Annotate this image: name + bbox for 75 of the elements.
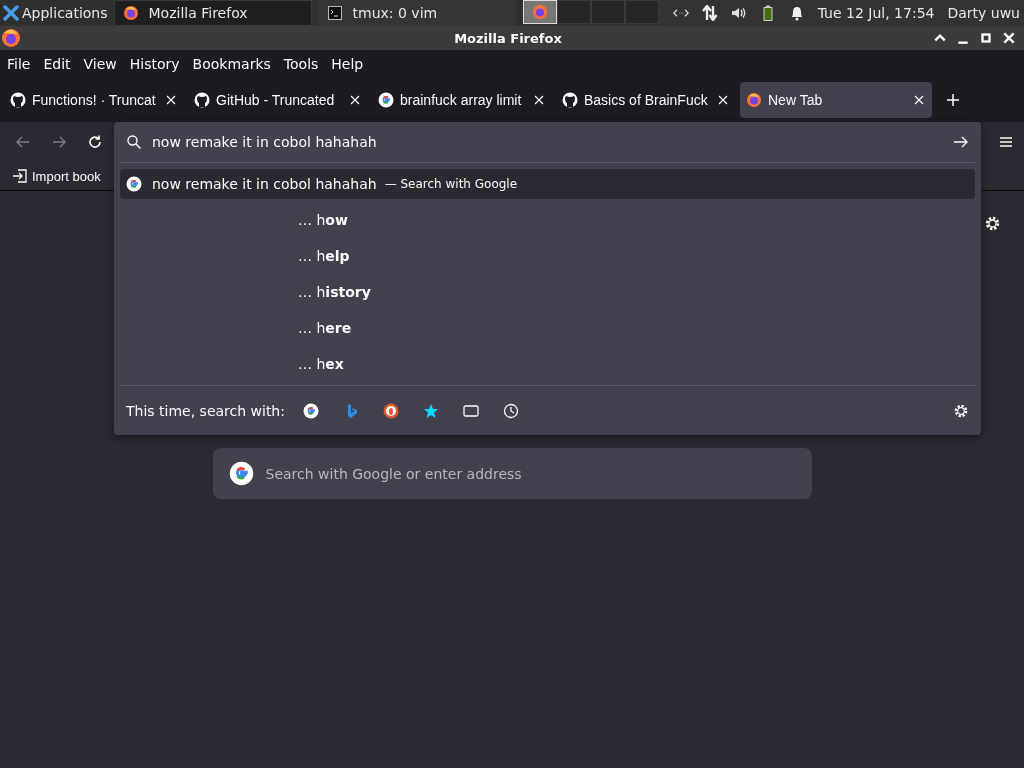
suggestion-text: … help (298, 248, 350, 264)
search-with-label: This time, search with: (126, 402, 285, 419)
menu-item[interactable]: Help (331, 56, 364, 72)
close-icon[interactable] (350, 95, 360, 105)
google-icon (126, 176, 142, 192)
suggestion-action: — Search with Google (384, 177, 518, 191)
settings-icon[interactable] (984, 215, 1001, 232)
user-name[interactable]: Darty uwu (947, 5, 1020, 21)
volume-icon[interactable] (730, 5, 747, 21)
browser-tab[interactable]: Functions! · Truncat (4, 82, 184, 118)
google-icon (228, 461, 254, 486)
maximize-icon[interactable] (979, 31, 993, 45)
firefox-icon (531, 4, 548, 20)
firefox-icon (122, 5, 139, 21)
firefox-icon (1, 28, 21, 48)
menu-item[interactable]: Tools (283, 56, 319, 72)
suggestion-text: … hex (298, 356, 344, 372)
browser-tab[interactable]: New Tab (740, 82, 932, 118)
tab-icon[interactable] (462, 402, 479, 419)
close-icon[interactable] (166, 95, 176, 105)
tab-title: Basics of BrainFuck (584, 92, 709, 108)
window-title: Mozilla Firefox (454, 30, 562, 46)
google-icon (378, 92, 394, 108)
suggestion-row[interactable]: … here (120, 313, 975, 343)
close-icon[interactable] (534, 95, 544, 105)
browser-tab[interactable]: Basics of BrainFuck (556, 82, 736, 118)
terminal-icon (326, 5, 343, 21)
menu-item[interactable]: View (83, 56, 117, 72)
menu-item[interactable]: History (129, 56, 180, 72)
duck-logo-icon[interactable] (382, 402, 399, 419)
go-arrow-icon[interactable] (953, 134, 969, 150)
menu-item[interactable]: Bookmarks (192, 56, 271, 72)
close-icon[interactable] (1002, 31, 1016, 45)
tab-title: brainfuck array limit (400, 92, 523, 108)
suggestion-row[interactable]: now remake it in cobol hahahah — Search with Google (120, 169, 975, 199)
firefox-icon (746, 92, 762, 108)
suggestion-row[interactable]: … how (120, 205, 975, 235)
tab-title: Functions! · Truncat (32, 92, 157, 108)
browser-tab[interactable]: brainfuck array limit (372, 82, 552, 118)
close-icon[interactable] (914, 95, 924, 105)
github-icon (562, 92, 578, 108)
browser-tab[interactable]: GitHub - Truncated (188, 82, 368, 118)
github-icon (10, 92, 26, 108)
clock-icon[interactable] (502, 402, 519, 419)
suggestion-row[interactable]: … history (120, 277, 975, 307)
menu-item[interactable]: Edit (43, 56, 71, 72)
clock[interactable]: Tue 12 Jul, 17:54 (817, 5, 935, 21)
transfer-arrows-icon[interactable] (701, 5, 718, 21)
suggestion-text: … how (298, 212, 348, 228)
workspace-cell[interactable] (556, 0, 591, 24)
menu-icon[interactable] (998, 134, 1014, 150)
star-icon[interactable] (422, 402, 439, 419)
address-field[interactable]: now remake it in cobol hahahah (152, 134, 943, 150)
suggestion-text: now remake it in cobol hahahah (152, 176, 377, 192)
suggestion-text: … history (298, 284, 371, 300)
suggestion-row[interactable]: … hex (120, 349, 975, 379)
bookmark-item[interactable]: Import book (12, 168, 101, 184)
taskbar-window-button[interactable]: tmux: 0 vim (317, 0, 516, 26)
github-icon (194, 92, 210, 108)
settings-icon[interactable] (953, 402, 969, 419)
search-icon (126, 134, 142, 150)
tab-title: GitHub - Truncated (216, 92, 336, 108)
tab-title: New Tab (768, 92, 824, 108)
suggestion-row[interactable]: … help (120, 241, 975, 271)
google-icon[interactable] (302, 402, 319, 419)
menu-item[interactable]: File (7, 56, 31, 72)
import-icon (12, 168, 28, 184)
suggestion-text: … here (298, 320, 352, 336)
reload-icon[interactable] (87, 134, 103, 150)
applications-menu[interactable]: Applications (0, 0, 114, 26)
new-tab-icon[interactable] (946, 93, 960, 107)
search-field[interactable]: Search with Google or enter address (212, 448, 812, 499)
taskbar-window-button[interactable]: Mozilla Firefox (113, 0, 312, 26)
x-logo-icon (3, 5, 19, 21)
close-icon[interactable] (718, 95, 728, 105)
